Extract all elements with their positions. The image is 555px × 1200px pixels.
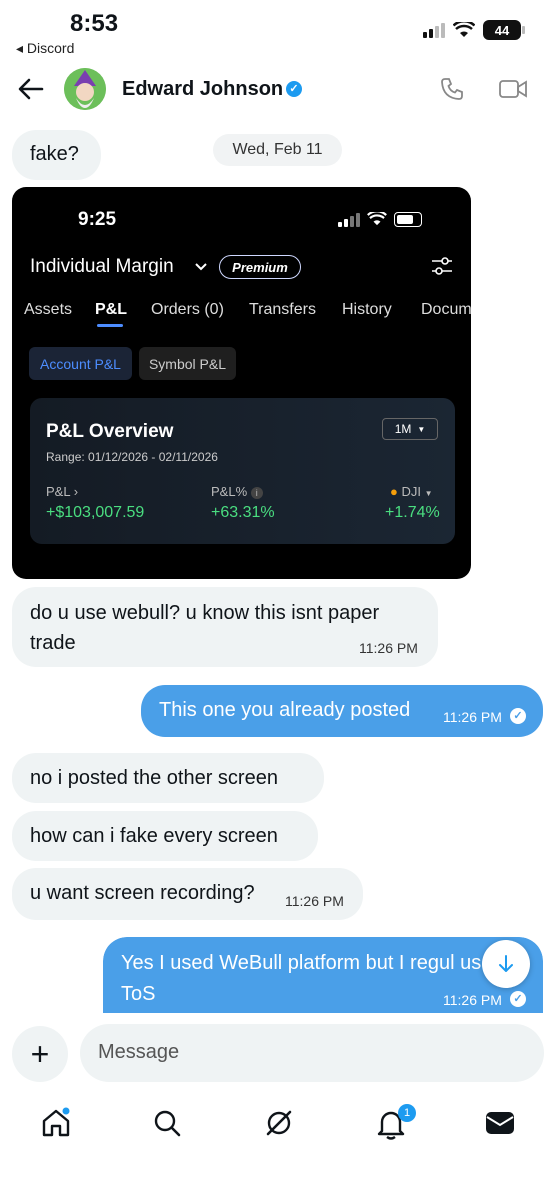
plpct-value: +63.31% — [211, 504, 275, 521]
tab-transfers: Transfers — [249, 301, 316, 318]
message-input[interactable]: Message — [80, 1024, 544, 1082]
tab-history: History — [342, 301, 392, 318]
tab-assets: Assets — [24, 301, 73, 318]
add-attachment-button[interactable]: + — [12, 1026, 68, 1082]
sliders-icon — [432, 257, 452, 275]
plpct-label: P&L% i — [211, 484, 263, 499]
video-call-icon[interactable] — [499, 78, 527, 100]
filter-symbol-pl: Symbol P&L — [139, 347, 236, 380]
grok-icon[interactable] — [264, 1108, 294, 1138]
arrow-down-icon — [499, 955, 513, 972]
message-bubble[interactable]: fake? — [12, 130, 101, 180]
info-icon: i — [250, 487, 263, 499]
message-bubble-clip: Yes I used WeBull platform but I regul u… — [103, 937, 543, 1013]
notification-count-badge: 1 — [398, 1104, 416, 1122]
pl-value: +$103,007.59 — [46, 504, 145, 521]
image-status-icons — [338, 211, 422, 227]
filter-account-pl: Account P&L — [29, 347, 132, 380]
message-text: This one you already posted — [159, 699, 411, 721]
message-text: no i posted the other screen — [30, 767, 278, 789]
battery-icon: 44 — [483, 20, 525, 40]
tab-pl: P&L — [95, 301, 127, 318]
message-bubble[interactable]: Yes I used WeBull platform but I regul u… — [103, 937, 543, 1013]
message-time: 11:26 PM — [443, 709, 502, 725]
contact-name[interactable]: Edward Johnson — [122, 78, 283, 101]
date-range: Range: 01/12/2026 - 02/11/2026 — [46, 450, 218, 464]
message-time: 11:26 PM — [359, 640, 418, 656]
message-bubble[interactable]: do u use webull? u know this isnt paper … — [12, 587, 438, 667]
back-arrow-icon[interactable] — [18, 78, 44, 100]
tab-orders: Orders (0) — [151, 301, 224, 318]
signal-icon — [423, 22, 445, 38]
chevron-down-icon — [195, 263, 207, 271]
message-input-placeholder: Message — [98, 1041, 180, 1063]
period-label: 1M — [394, 422, 412, 436]
verified-badge-icon: ✓ — [286, 81, 302, 97]
message-bubble[interactable]: how can i fake every screen — [12, 811, 318, 861]
premium-badge: Premium — [219, 255, 301, 279]
plus-icon: + — [30, 1035, 50, 1072]
status-indicators: 44 — [423, 20, 525, 40]
phone-call-icon[interactable] — [440, 77, 464, 101]
tab-documents: Docum — [421, 301, 471, 318]
wifi-icon — [453, 22, 475, 37]
scroll-to-bottom-button[interactable] — [482, 940, 530, 988]
message-text: how can i fake every screen — [30, 825, 278, 847]
pl-label: P&L › — [46, 484, 79, 499]
date-divider: Wed, Feb 11 — [213, 134, 342, 166]
message-text: u want screen recording? — [30, 882, 255, 904]
period-selector: 1M ▼ — [382, 418, 438, 440]
account-selector: Individual Margin — [30, 256, 174, 277]
caret-down-icon: ▼ — [417, 424, 426, 434]
card-title: P&L Overview — [46, 421, 174, 442]
back-to-app-link[interactable]: ◂ Discord — [16, 40, 74, 57]
search-icon[interactable] — [152, 1108, 182, 1138]
status-time: 8:53 — [70, 10, 119, 37]
home-icon[interactable] — [40, 1107, 72, 1139]
attached-image[interactable]: 9:25 Individual Margin Premium Assets P&… — [12, 187, 471, 579]
messages-envelope-icon[interactable] — [485, 1110, 515, 1136]
read-check-icon: ✓ — [510, 991, 526, 1007]
message-bubble[interactable]: u want screen recording? 11:26 PM — [12, 868, 363, 920]
avatar[interactable] — [64, 68, 106, 110]
message-text: fake? — [30, 143, 79, 165]
message-bubble[interactable]: This one you already posted 11:26 PM ✓ — [141, 685, 543, 737]
pl-overview-card: P&L Overview Range: 01/12/2026 - 02/11/2… — [30, 398, 455, 544]
message-time: 11:26 PM — [285, 893, 344, 909]
message-time: 11:26 PM — [443, 992, 502, 1008]
index-label: ● DJI ▼ — [390, 484, 433, 499]
message-bubble[interactable]: no i posted the other screen — [12, 753, 324, 803]
index-value: +1.74% — [385, 504, 440, 521]
read-check-icon: ✓ — [510, 708, 526, 724]
image-time: 9:25 — [78, 209, 117, 230]
active-tab-indicator — [97, 324, 123, 327]
